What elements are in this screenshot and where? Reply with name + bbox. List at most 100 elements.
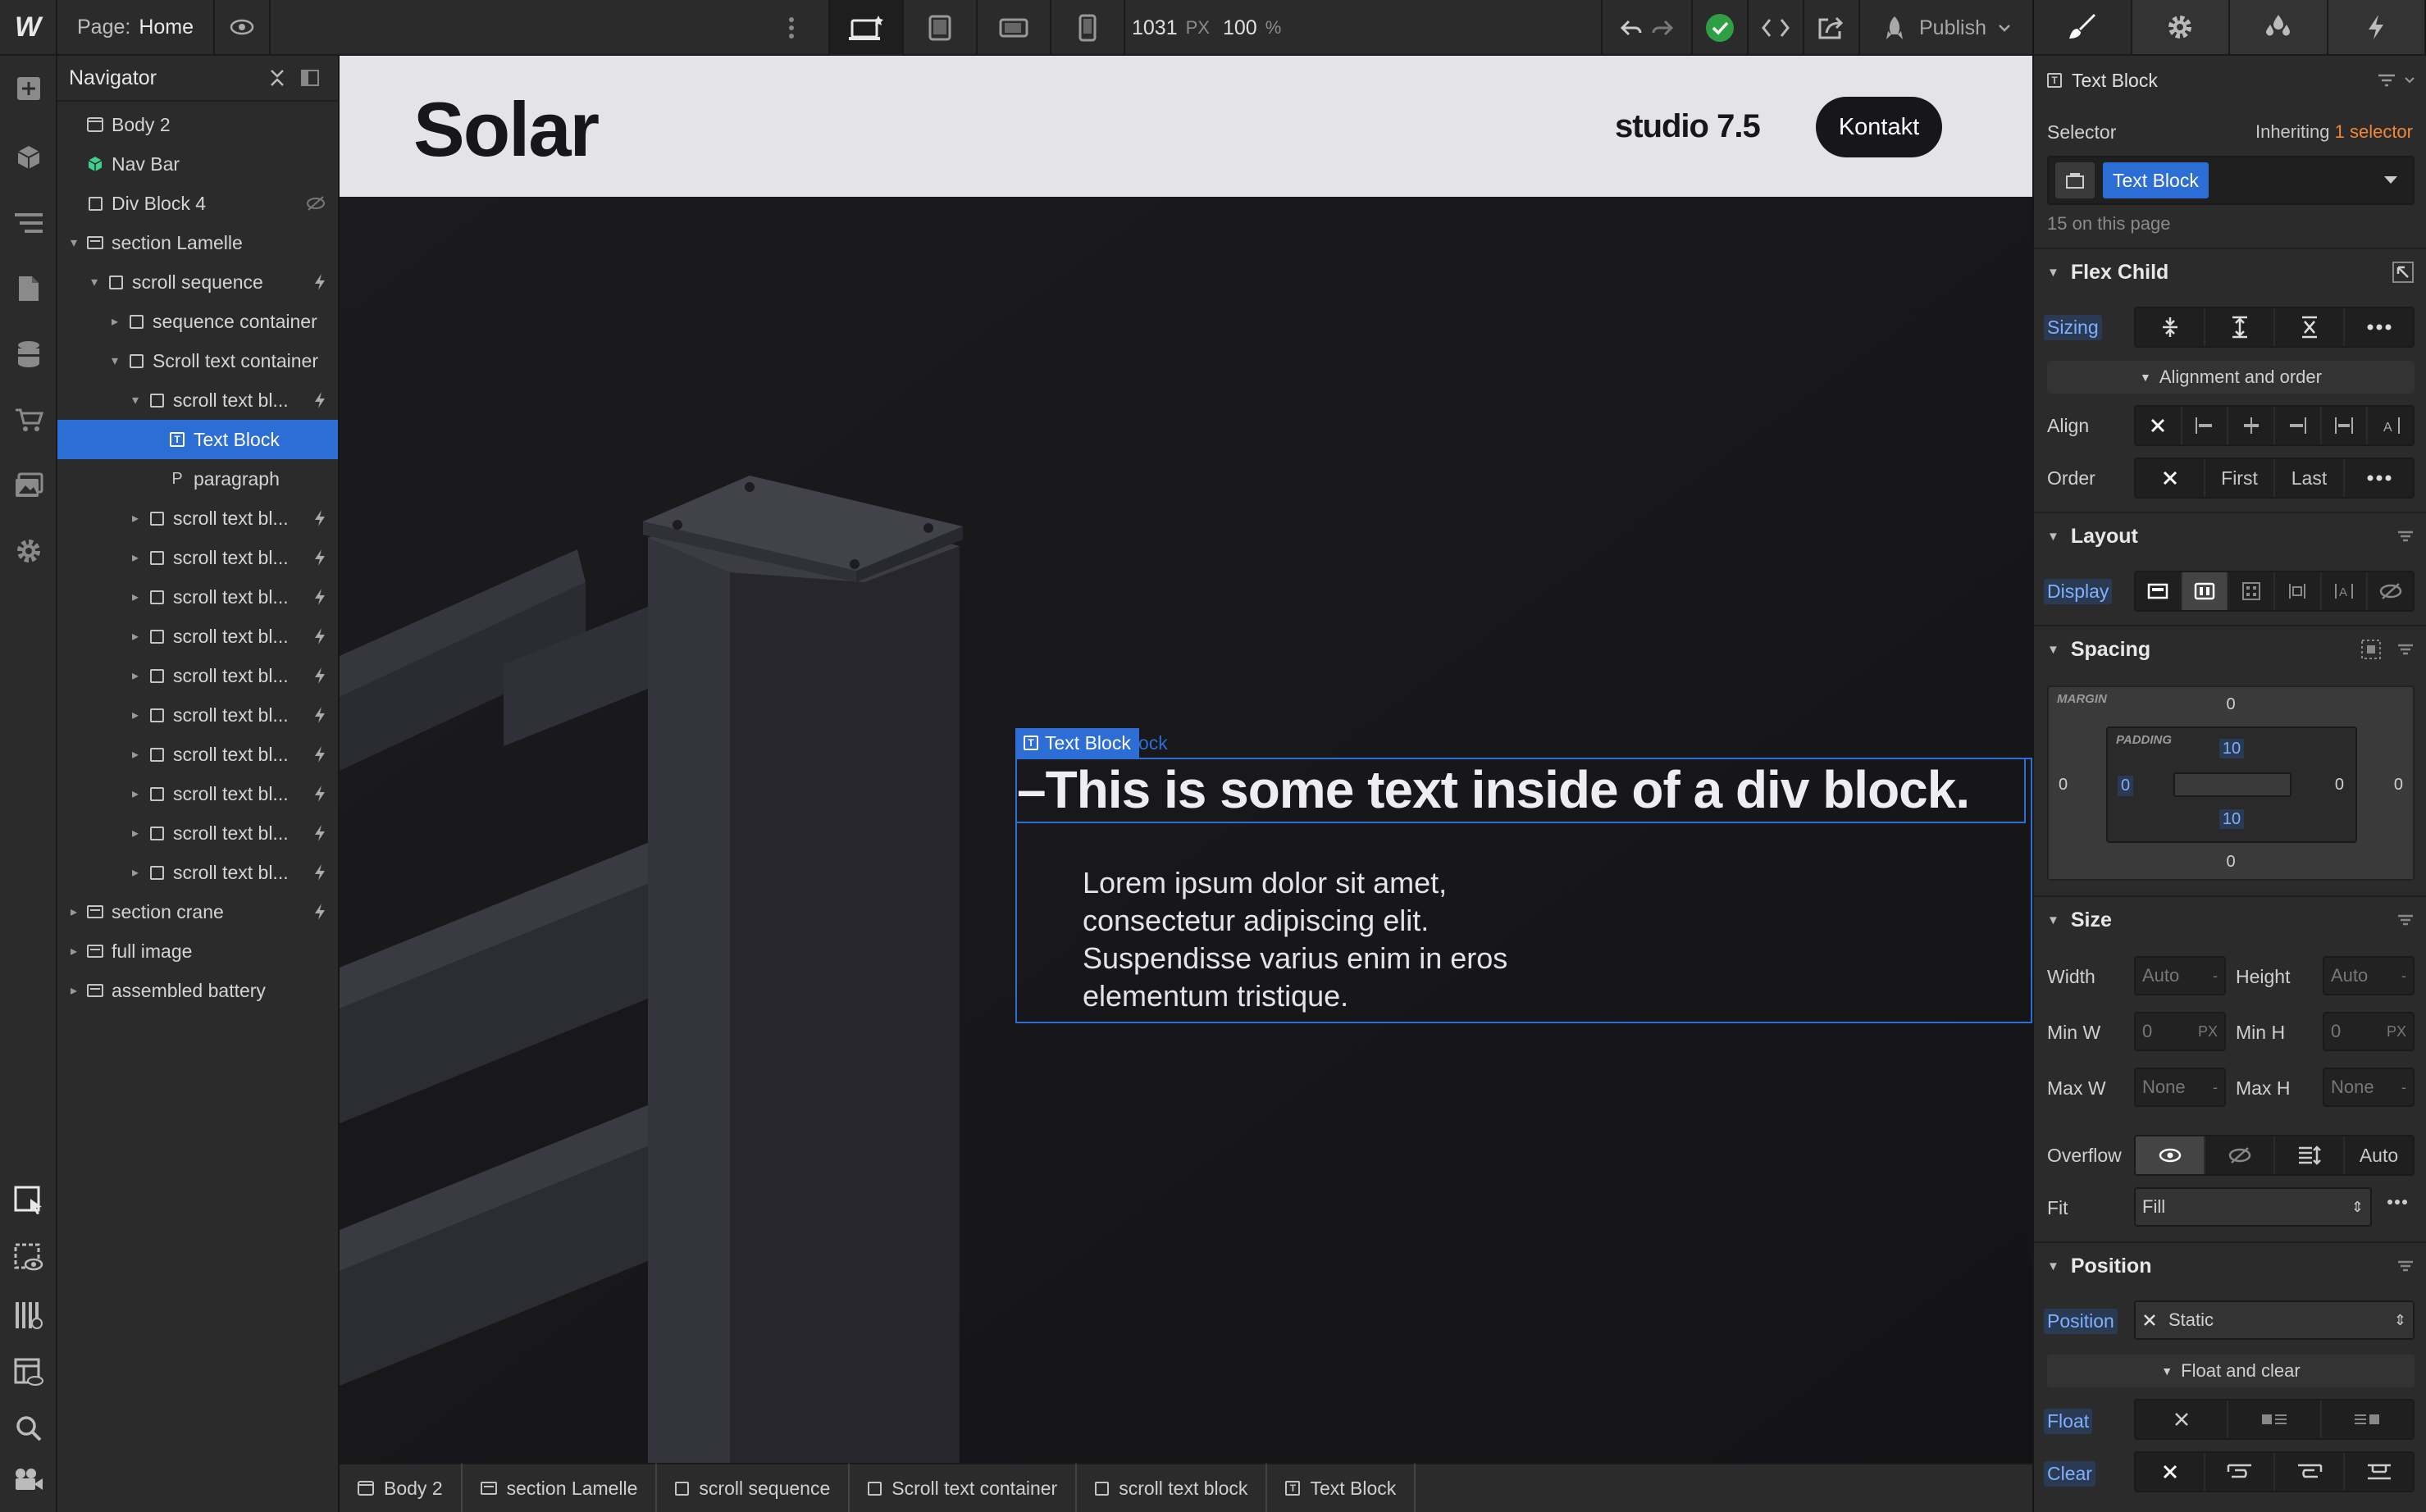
overflow-auto-button[interactable]: Auto	[2345, 1136, 2413, 1174]
fit-more-icon[interactable]	[2387, 1199, 2408, 1205]
selector-field[interactable]: Text Block	[2047, 156, 2415, 205]
breadcrumb-item-text-block[interactable]: T Text Block	[1267, 1464, 1416, 1512]
order-first-button[interactable]: First	[2205, 459, 2275, 497]
element-options-icon[interactable]	[2377, 72, 2415, 89]
mobile-portrait-icon[interactable]	[1051, 0, 1125, 56]
display-inline-icon[interactable]: A	[2322, 572, 2369, 610]
saved-check-icon[interactable]	[1691, 0, 1747, 56]
interaction-lightning-icon[interactable]	[313, 813, 326, 853]
caret-right-icon[interactable]: ▸	[127, 786, 144, 802]
sizing-grow-icon[interactable]	[2205, 308, 2275, 346]
navigator-item-text-block[interactable]: T Text Block	[57, 420, 338, 459]
select-tool-icon[interactable]	[0, 1176, 57, 1225]
margin-top-value[interactable]: 0	[2049, 695, 2413, 714]
inheriting-info[interactable]: Inheriting 1 selector	[2255, 121, 2413, 143]
fit-select[interactable]: Fill ⇕	[2134, 1187, 2372, 1227]
display-inline-block-icon[interactable]	[2275, 572, 2322, 610]
tablet-breakpoint-icon[interactable]	[904, 0, 978, 56]
flex-parent-link-icon[interactable]	[2392, 261, 2415, 284]
interaction-lightning-icon[interactable]	[313, 892, 326, 931]
width-field[interactable]: Auto -	[2134, 956, 2226, 995]
margin-right-value[interactable]: 0	[2394, 776, 2403, 795]
clear-left-icon[interactable]	[2205, 1453, 2275, 1491]
height-field[interactable]: Auto -	[2323, 956, 2415, 995]
navigator-item-div-block-4[interactable]: Div Block 4	[57, 184, 338, 223]
flex-child-header[interactable]: ▼ Flex Child	[2034, 248, 2426, 295]
caret-right-icon[interactable]: ▸	[66, 904, 82, 920]
clear-both-icon[interactable]	[2345, 1453, 2413, 1491]
desktop-breakpoint-icon[interactable]	[830, 0, 904, 56]
caret-right-icon[interactable]: ▸	[107, 313, 123, 330]
align-baseline-icon[interactable]: A	[2368, 407, 2413, 444]
display-block-icon[interactable]	[2136, 572, 2182, 610]
code-export-icon[interactable]	[1747, 0, 1803, 56]
clear-none-icon[interactable]	[2136, 1453, 2205, 1491]
align-end-icon[interactable]	[2275, 407, 2322, 444]
hero-paragraph[interactable]: Lorem ipsum dolor sit amet, consectetur …	[1083, 864, 1542, 1015]
webflow-logo[interactable]: W	[0, 0, 57, 55]
caret-down-icon[interactable]: ▾	[107, 353, 123, 369]
breadcrumb-item-body-2[interactable]: Body 2	[340, 1464, 463, 1512]
navigator-item-scroll-text-bl[interactable]: ▸ scroll text bl...	[57, 813, 338, 853]
add-panel-icon[interactable]	[0, 64, 57, 113]
navigator-icon[interactable]	[0, 198, 57, 248]
tab-style-manager[interactable]	[2230, 0, 2328, 54]
layout-header[interactable]: ▼ Layout	[2034, 512, 2426, 559]
navigator-item-assembled-battery[interactable]: ▸ assembled battery	[57, 971, 338, 1010]
dock-panel-icon[interactable]	[294, 61, 326, 94]
navigator-item-scroll-text-bl[interactable]: ▾ scroll text bl...	[57, 380, 338, 420]
overflow-hidden-icon[interactable]	[2205, 1136, 2275, 1174]
layout-menu-icon[interactable]	[2396, 530, 2415, 543]
navigator-item-scroll-text-bl[interactable]: ▸ scroll text bl...	[57, 695, 338, 735]
navigator-item-sequence-container[interactable]: ▸ sequence container	[57, 302, 338, 341]
align-start-icon[interactable]	[2182, 407, 2229, 444]
navigator-item-nav-bar[interactable]: Nav Bar	[57, 144, 338, 184]
canvas-zoom[interactable]: 100	[1223, 16, 1257, 40]
position-select[interactable]: Static ⇕	[2134, 1300, 2415, 1340]
interaction-lightning-icon[interactable]	[313, 262, 326, 302]
interaction-lightning-icon[interactable]	[313, 499, 326, 538]
caret-right-icon[interactable]: ▸	[127, 510, 144, 526]
display-flex-icon[interactable]	[2182, 572, 2229, 610]
more-dots-icon[interactable]	[771, 0, 812, 56]
size-menu-icon[interactable]	[2396, 913, 2415, 927]
sizing-none-icon[interactable]	[2275, 308, 2345, 346]
position-menu-icon[interactable]	[2396, 1259, 2415, 1273]
cms-icon[interactable]	[0, 330, 57, 379]
pages-icon[interactable]	[0, 264, 57, 313]
breadcrumb-item-scroll-text-block[interactable]: scroll text block	[1077, 1464, 1268, 1512]
selector-type-icon[interactable]	[2055, 162, 2095, 198]
float-none-icon[interactable]	[2136, 1400, 2229, 1438]
interaction-lightning-icon[interactable]	[313, 656, 326, 695]
clear-right-icon[interactable]	[2275, 1453, 2345, 1491]
navigator-item-body-2[interactable]: Body 2	[57, 105, 338, 144]
max-width-field[interactable]: None -	[2134, 1068, 2226, 1107]
margin-left-value[interactable]: 0	[2059, 776, 2068, 795]
video-tutorials-icon[interactable]	[0, 1455, 57, 1504]
navigator-item-scroll-text-bl[interactable]: ▸ scroll text bl...	[57, 617, 338, 656]
interaction-lightning-icon[interactable]	[313, 774, 326, 813]
interaction-lightning-icon[interactable]	[313, 577, 326, 617]
order-none-icon[interactable]	[2136, 459, 2205, 497]
float-left-icon[interactable]	[2228, 1400, 2322, 1438]
hero-heading[interactable]: –This is some text inside of a div block…	[1017, 759, 1970, 820]
navigator-item-scroll-text-bl[interactable]: ▸ scroll text bl...	[57, 656, 338, 695]
hero-section[interactable]: T Text Block lock –This is some text ins…	[340, 197, 2032, 1463]
interaction-lightning-icon[interactable]	[313, 617, 326, 656]
navigator-item-scroll-sequence[interactable]: ▾ scroll sequence	[57, 262, 338, 302]
caret-right-icon[interactable]: ▸	[127, 707, 144, 723]
interaction-lightning-icon[interactable]	[313, 538, 326, 577]
caret-right-icon[interactable]: ▸	[127, 746, 144, 763]
padding-right-value[interactable]: 0	[2335, 776, 2344, 795]
order-more-icon[interactable]	[2345, 459, 2413, 497]
spacing-header[interactable]: ▼ Spacing	[2034, 625, 2426, 672]
canvas-width[interactable]: 1031	[1132, 16, 1178, 40]
spacing-menu-icon[interactable]	[2396, 643, 2415, 656]
publish-button[interactable]: Publish	[1858, 0, 2032, 56]
margin-bottom-value[interactable]: 0	[2049, 853, 2413, 872]
navigator-item-scroll-text-container[interactable]: ▾ Scroll text container	[57, 341, 338, 380]
display-none-icon[interactable]	[2368, 572, 2413, 610]
size-header[interactable]: ▼ Size	[2034, 895, 2426, 943]
navigator-item-scroll-text-bl[interactable]: ▸ scroll text bl...	[57, 774, 338, 813]
breadcrumb-item-scroll-sequence[interactable]: scroll sequence	[657, 1464, 850, 1512]
